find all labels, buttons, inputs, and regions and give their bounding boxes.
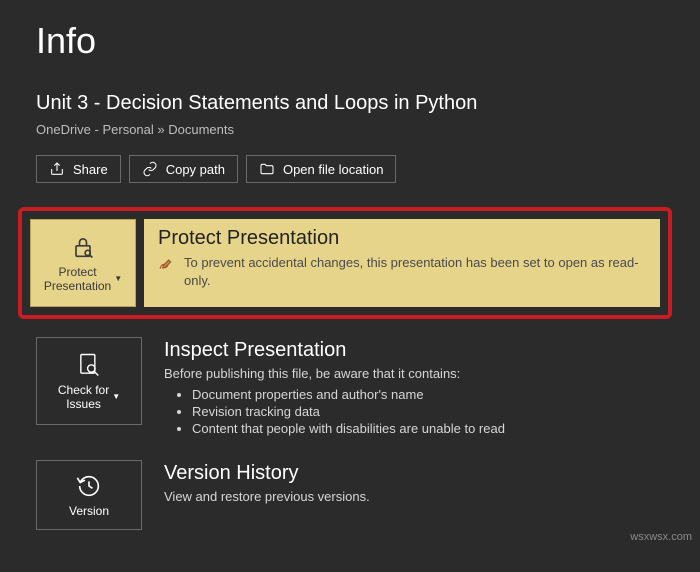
protect-tile-line1: Protect: [59, 265, 97, 279]
document-title: Unit 3 - Decision Statements and Loops i…: [36, 90, 664, 116]
lock-icon: [69, 233, 97, 261]
history-icon: [75, 472, 103, 500]
protect-tile-line2: Presentation: [44, 279, 111, 293]
protect-status: To prevent accidental changes, this pres…: [184, 254, 644, 290]
inspect-document-icon: [75, 351, 103, 379]
toolbar: Share Copy path Open file location: [36, 155, 664, 183]
page-title: Info: [36, 20, 664, 62]
copy-path-button[interactable]: Copy path: [129, 155, 238, 183]
list-item: Content that people with disabilities ar…: [192, 421, 664, 436]
protect-section-highlight: Protect Presentation ▼ Protect Presentat…: [18, 207, 672, 319]
open-file-location-button[interactable]: Open file location: [246, 155, 396, 183]
chevron-down-icon: ▼: [114, 274, 122, 284]
version-tile-line1: Version: [69, 504, 109, 518]
inspect-section: Check for Issues ▼ Inspect Presentation …: [36, 337, 664, 438]
version-heading: Version History: [164, 462, 664, 485]
inspect-list: Document properties and author's name Re…: [164, 387, 664, 436]
copy-path-label: Copy path: [166, 162, 225, 177]
open-file-location-label: Open file location: [283, 162, 383, 177]
breadcrumb: OneDrive - Personal » Documents: [36, 122, 664, 137]
watermark: wsxwsx.com: [630, 531, 692, 543]
protect-presentation-button[interactable]: Protect Presentation ▼: [30, 219, 136, 307]
version-history-button[interactable]: Version: [36, 460, 142, 530]
check-for-issues-button[interactable]: Check for Issues ▼: [36, 337, 142, 425]
folder-icon: [259, 161, 275, 177]
chevron-down-icon: ▼: [112, 392, 120, 402]
share-icon: [49, 161, 65, 177]
share-label: Share: [73, 162, 108, 177]
version-desc: View and restore previous versions.: [164, 489, 664, 504]
inspect-heading: Inspect Presentation: [164, 339, 664, 362]
inspect-tile-line1: Check for: [58, 383, 109, 397]
share-button[interactable]: Share: [36, 155, 121, 183]
inspect-tile-line2: Issues: [66, 397, 101, 411]
protect-section: Protect Presentation ▼ Protect Presentat…: [30, 219, 660, 307]
link-icon: [142, 161, 158, 177]
signature-icon: [158, 256, 174, 272]
list-item: Document properties and author's name: [192, 387, 664, 402]
protect-heading: Protect Presentation: [158, 227, 644, 250]
protect-content: Protect Presentation To prevent accident…: [144, 219, 660, 307]
inspect-content: Inspect Presentation Before publishing t…: [164, 337, 664, 438]
inspect-lead: Before publishing this file, be aware th…: [164, 366, 664, 381]
version-content: Version History View and restore previou…: [164, 460, 664, 510]
list-item: Revision tracking data: [192, 404, 664, 419]
version-section: Version Version History View and restore…: [36, 460, 664, 530]
